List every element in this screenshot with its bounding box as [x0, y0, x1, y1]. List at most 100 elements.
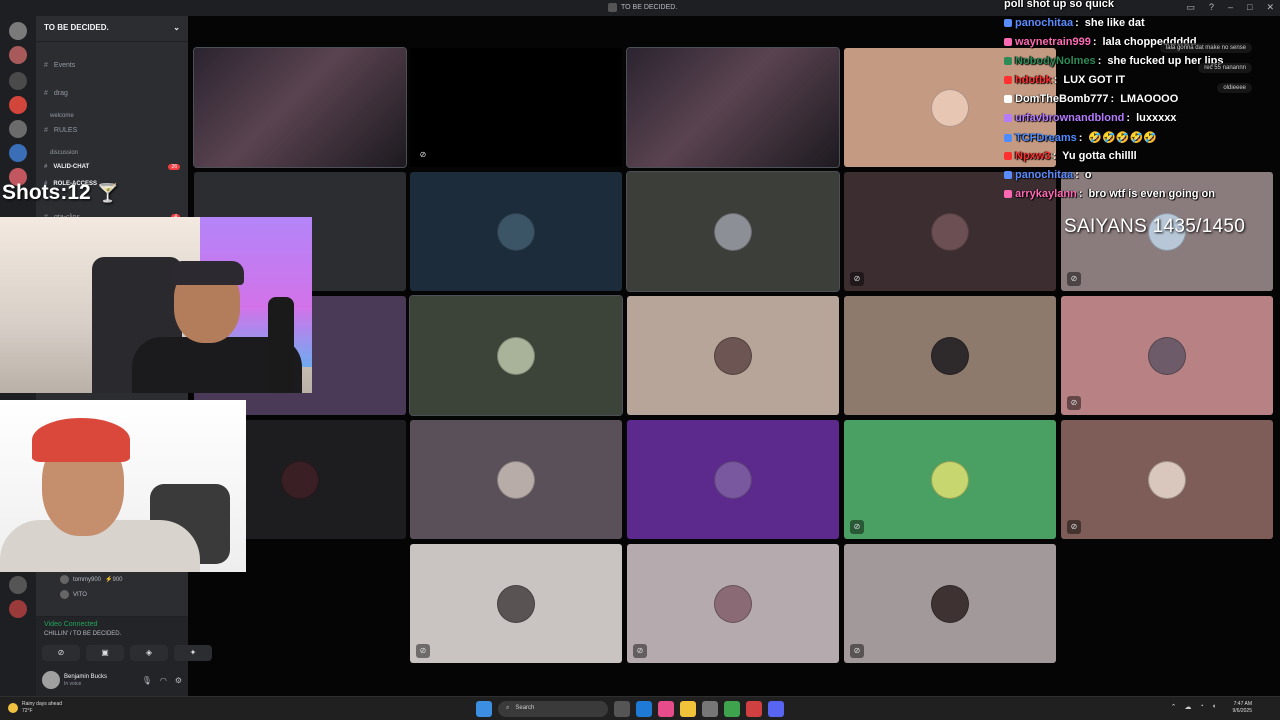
- volume-icon[interactable]: ◖: [1212, 703, 1216, 711]
- chat-username: panochitaa: [1015, 169, 1074, 181]
- chat-message: NobodyNolmes: she fucked up her lips: [1004, 55, 1224, 67]
- headphones-icon[interactable]: ◠: [160, 676, 167, 685]
- chat-separator: :: [1075, 17, 1079, 29]
- video-tile[interactable]: ⊘: [1061, 296, 1273, 415]
- muted-mic-icon: ⊘: [416, 148, 430, 162]
- channel-item[interactable]: # drag: [44, 90, 68, 97]
- voice-buttons: ⊘ ▣ ◈ ✦: [42, 645, 212, 661]
- server-icon[interactable]: [9, 576, 27, 594]
- muted-mic-icon: ⊘: [850, 272, 864, 286]
- streamer: [112, 261, 302, 393]
- user-controls: 🎙 ◠ ⚙: [142, 676, 182, 685]
- channel-item[interactable]: # Events: [44, 62, 75, 69]
- video-tile[interactable]: ⊘: [410, 48, 622, 167]
- participant-avatar: [497, 460, 535, 499]
- folder-icon[interactable]: [680, 701, 696, 717]
- video-tile[interactable]: [627, 420, 839, 539]
- obs-icon[interactable]: [746, 701, 762, 717]
- video-tile[interactable]: [193, 47, 407, 168]
- video-tile[interactable]: [627, 296, 839, 415]
- voice-channel-path[interactable]: CHILLIN' / TO BE DECIDED.: [44, 631, 121, 637]
- video-tile[interactable]: [844, 296, 1056, 415]
- shots-counter: Shots:12 🍸: [2, 181, 120, 204]
- chat-separator: :: [1092, 36, 1097, 48]
- user-panel[interactable]: Benjamin Bucks In voice 🎙 ◠ ⚙: [42, 669, 182, 691]
- unread-badge: 26: [168, 164, 180, 170]
- hash-icon: #: [44, 62, 48, 69]
- avatar[interactable]: [42, 671, 60, 689]
- server-icon[interactable]: [9, 120, 27, 138]
- channel-item[interactable]: # RULES: [44, 127, 77, 134]
- weather-widget[interactable]: Rainy days ahead 72°F: [8, 701, 62, 715]
- video-tile[interactable]: ⊘: [844, 420, 1056, 539]
- settings-icon[interactable]: [702, 701, 718, 717]
- edge-icon[interactable]: [636, 701, 652, 717]
- search-box[interactable]: ⌕ Search: [498, 701, 608, 717]
- server-icon[interactable]: [9, 144, 27, 162]
- channel-category[interactable]: discussion: [44, 150, 78, 156]
- microphone-icon[interactable]: 🎙: [142, 676, 152, 685]
- wifi-icon[interactable]: ◔: [1200, 703, 1204, 711]
- participant-avatar: [714, 584, 752, 623]
- chat-text: she like dat: [1084, 17, 1145, 29]
- voice-user[interactable]: tommy900 ⚡900: [60, 575, 123, 584]
- channel-item[interactable]: # VALID-CHAT: [44, 164, 89, 170]
- taskbar-apps: ⌕ Search: [476, 701, 784, 717]
- chat-text: 🤣🤣🤣🤣🤣: [1088, 132, 1157, 144]
- video-tile[interactable]: [410, 172, 622, 291]
- avatar: [60, 575, 69, 584]
- weather-icon: [8, 703, 18, 713]
- red-cap: [32, 418, 130, 462]
- server-icon[interactable]: [9, 46, 27, 64]
- video-tile[interactable]: [409, 295, 623, 416]
- video-tile[interactable]: ⊘: [410, 544, 622, 663]
- chat-separator: :: [1075, 169, 1079, 181]
- cloud-icon[interactable]: ☁: [1185, 703, 1192, 711]
- maximize-button[interactable]: □: [1247, 2, 1252, 13]
- participant-avatar: [497, 584, 535, 623]
- channel-category[interactable]: welcome: [44, 113, 74, 119]
- video-tile[interactable]: ⊘: [844, 544, 1056, 663]
- participant-avatar: [497, 336, 535, 375]
- server-header[interactable]: TO BE DECIDED. ⌄: [36, 16, 188, 42]
- microphone: [268, 297, 294, 393]
- close-button[interactable]: ✕: [1266, 2, 1274, 13]
- chrome-icon[interactable]: [724, 701, 740, 717]
- video-tile[interactable]: ⊘: [627, 544, 839, 663]
- new-server-icon[interactable]: [9, 600, 27, 618]
- video-tile[interactable]: [626, 47, 840, 168]
- chat-username: panochitaa: [1015, 17, 1074, 29]
- activities-button[interactable]: ◈: [130, 645, 168, 661]
- server-icon[interactable]: [9, 72, 27, 90]
- hash-icon: #: [44, 90, 48, 97]
- chat-badge-icon: [1004, 76, 1012, 84]
- inbox-icon[interactable]: ▭: [1186, 2, 1195, 13]
- discord-icon[interactable]: [768, 701, 784, 717]
- video-tile[interactable]: ⊘: [1061, 420, 1273, 539]
- screen-share-button[interactable]: ▣: [86, 645, 124, 661]
- chevron-up-icon[interactable]: ⌃: [1171, 703, 1177, 711]
- clock[interactable]: 7:47 AM 9/6/2025: [1233, 701, 1252, 715]
- server-icon[interactable]: [9, 22, 27, 40]
- voice-user[interactable]: VITO: [60, 590, 87, 599]
- task-view-icon[interactable]: [614, 701, 630, 717]
- minimize-button[interactable]: –: [1228, 2, 1233, 13]
- voice-user-extra: ⚡900: [105, 577, 123, 583]
- chat-username: hdotbk: [1015, 74, 1052, 86]
- camera-button[interactable]: ⊘: [42, 645, 80, 661]
- chat-separator: :: [1078, 188, 1083, 200]
- chat-separator: :: [1097, 55, 1102, 67]
- video-tile[interactable]: [626, 171, 840, 292]
- video-tile[interactable]: [410, 420, 622, 539]
- help-icon[interactable]: ?: [1209, 2, 1214, 13]
- gear-icon[interactable]: ⚙: [175, 676, 182, 685]
- store-icon[interactable]: [658, 701, 674, 717]
- participant-avatar: [1148, 460, 1186, 499]
- soundboard-button[interactable]: ✦: [174, 645, 212, 661]
- start-icon[interactable]: [476, 701, 492, 717]
- chat-badge-icon: [1004, 95, 1012, 103]
- server-icon[interactable]: [9, 96, 27, 114]
- guest-webcam: [0, 400, 246, 572]
- chat-message: TCFDreams: 🤣🤣🤣🤣🤣: [1004, 131, 1157, 144]
- chat-text: bro wtf is even going on: [1088, 188, 1215, 200]
